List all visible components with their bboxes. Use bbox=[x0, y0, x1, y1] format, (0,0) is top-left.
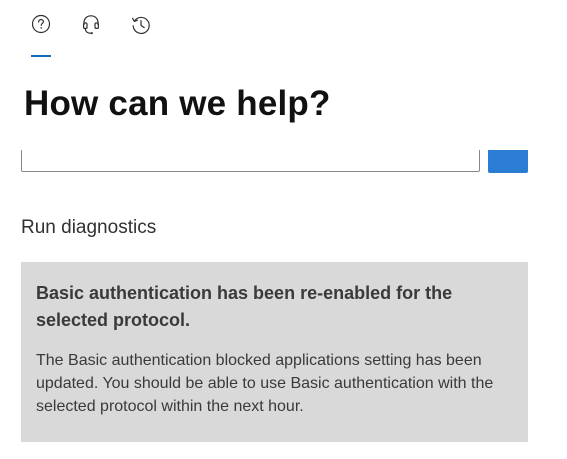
tab-contact-support[interactable] bbox=[76, 14, 106, 58]
headset-icon bbox=[81, 14, 101, 58]
diagnostic-result-card: Basic authentication has been re-enabled… bbox=[21, 262, 528, 442]
diagnostic-result-body: The Basic authentication blocked applica… bbox=[36, 352, 494, 415]
diagnostics-section-title: Run diagnostics bbox=[21, 217, 157, 238]
tab-help[interactable] bbox=[26, 14, 56, 58]
tab-history[interactable] bbox=[126, 14, 156, 58]
active-tab-indicator bbox=[31, 55, 51, 57]
help-pane: How can we help? Run diagnostics Basic a… bbox=[0, 0, 567, 459]
help-tab-bar bbox=[0, 0, 567, 60]
question-circle-icon bbox=[31, 14, 51, 58]
search-button[interactable] bbox=[488, 150, 528, 173]
search-input[interactable] bbox=[21, 150, 480, 172]
search-bar bbox=[0, 150, 567, 176]
diagnostic-result-heading: Basic authentication has been re-enabled… bbox=[36, 283, 453, 330]
page-title: How can we help? bbox=[24, 84, 331, 123]
history-icon bbox=[130, 14, 152, 58]
